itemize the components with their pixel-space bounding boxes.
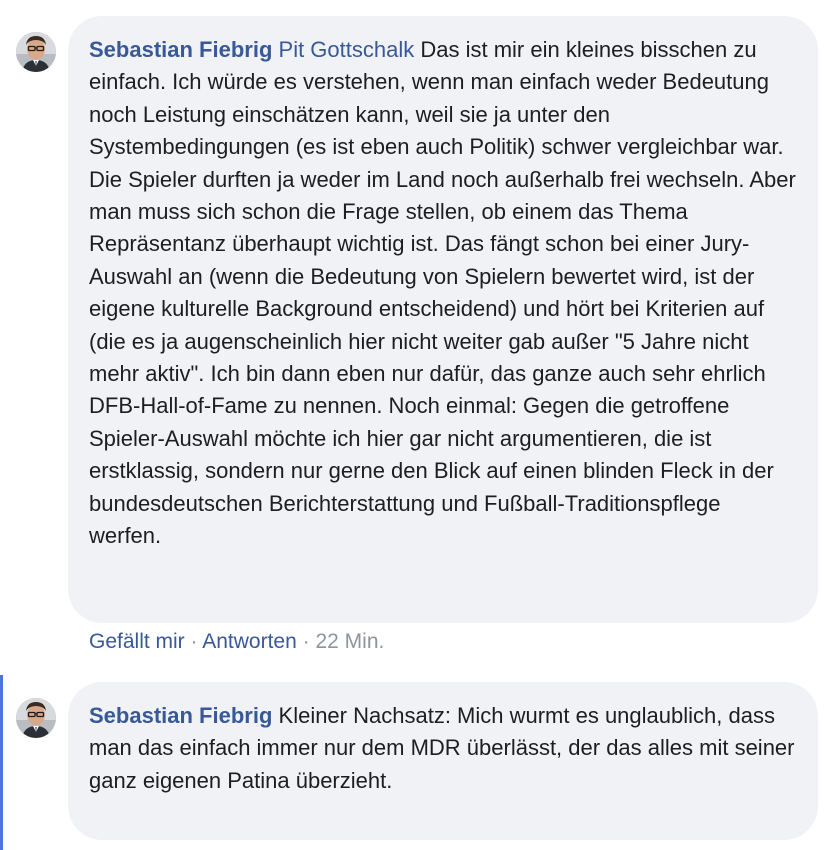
profile-photo-icon xyxy=(16,698,56,738)
comment-text: Das ist mir ein kleines bisschen zu einf… xyxy=(89,37,796,549)
separator: · xyxy=(190,630,198,653)
comment-actions: Gefällt mir · Antworten · 22 Min. xyxy=(89,628,384,656)
separator: · xyxy=(302,630,310,653)
comment-author[interactable]: Sebastian Fiebrig xyxy=(89,37,272,62)
reply-link[interactable]: Antworten xyxy=(202,630,297,653)
avatar[interactable] xyxy=(16,32,56,72)
comment-bubble: Sebastian Fiebrig Pit Gottschalk Das ist… xyxy=(68,16,818,623)
thread-indicator xyxy=(0,675,3,850)
comment-author[interactable]: Sebastian Fiebrig xyxy=(89,703,272,728)
mention-link[interactable]: Pit Gottschalk xyxy=(279,37,415,62)
comment-bubble: Sebastian Fiebrig Kleiner Nachsatz: Mich… xyxy=(68,682,818,840)
profile-photo-icon xyxy=(16,32,56,72)
comment-timestamp[interactable]: 22 Min. xyxy=(315,630,384,653)
like-link[interactable]: Gefällt mir xyxy=(89,630,185,653)
avatar[interactable] xyxy=(16,698,56,738)
